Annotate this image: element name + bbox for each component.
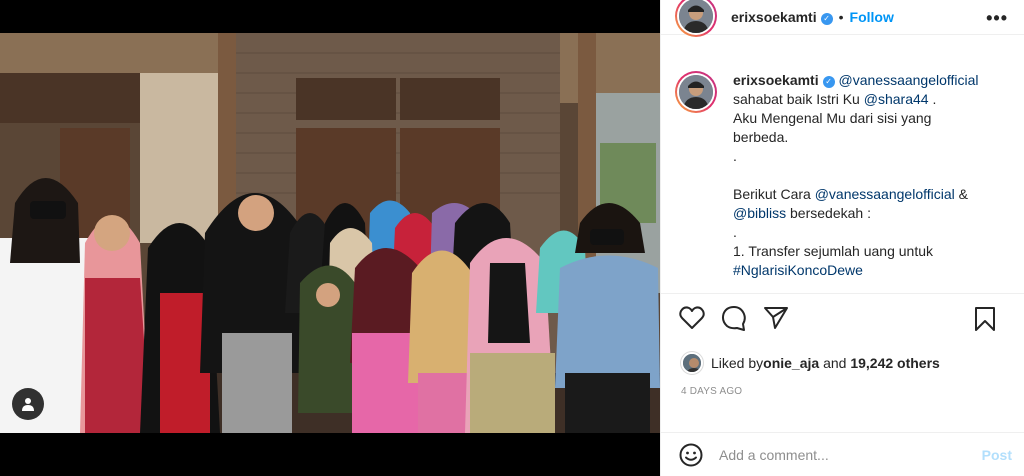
caption-username[interactable]: erixsoekamti xyxy=(733,72,819,88)
caption-line: @bibliss bersedekah : xyxy=(733,204,979,223)
likes-summary: Liked by onie_aja and 19,242 others xyxy=(661,342,1024,374)
caption-line: . xyxy=(733,148,737,164)
likes-count[interactable]: 19,242 others xyxy=(850,355,940,371)
caption-line: Berikut Cara @vanessaangelofficial & xyxy=(733,185,979,204)
follow-button[interactable]: Follow xyxy=(850,9,894,25)
hashtag-link[interactable]: #NglarisiKoncoDewe xyxy=(733,262,863,278)
emoji-icon[interactable] xyxy=(679,443,703,467)
tagged-users-button[interactable] xyxy=(12,388,44,420)
verified-badge-icon: ✓ xyxy=(822,76,835,88)
post-side-panel: erixsoekamti ✓ • Follow ••• erixsoekamti… xyxy=(660,0,1024,476)
mention-link[interactable]: @vanessaangelofficial xyxy=(839,72,979,88)
caption-text: erixsoekamti ✓ @vanessaangelofficial saha… xyxy=(733,71,979,293)
caption-line: 1. Transfer sejumlah uang untuk xyxy=(733,243,934,259)
header-username[interactable]: erixsoekamti ✓ xyxy=(731,9,833,25)
likes-middle: and xyxy=(819,355,851,371)
post-header: erixsoekamti ✓ • Follow ••• xyxy=(661,0,1024,37)
caption-text-span: . xyxy=(928,91,937,107)
share-icon[interactable] xyxy=(763,306,789,330)
separator-dot: • xyxy=(838,9,844,25)
likes-prefix: Liked by xyxy=(711,355,764,371)
post-timestamp[interactable]: 4 DAYS AGO xyxy=(661,374,1024,397)
comment-icon[interactable] xyxy=(721,305,747,331)
caption-line: . xyxy=(733,224,737,240)
mention-link[interactable]: @vanessaangelofficial xyxy=(815,186,955,202)
caption-line: erixsoekamti ✓ @vanessaangelofficial xyxy=(733,71,979,90)
post-media xyxy=(0,0,660,476)
mention-link[interactable]: @shara44 xyxy=(864,91,929,107)
caption-section: erixsoekamti ✓ @vanessaangelofficial saha… xyxy=(661,35,1024,294)
liker-avatar[interactable] xyxy=(681,352,703,374)
post-comment-button[interactable]: Post xyxy=(982,447,1012,463)
caption-line xyxy=(733,166,979,185)
caption-line: #NglarisiKoncoDewe xyxy=(733,261,979,280)
caption-text-span: sahabat baik Istri Ku xyxy=(733,91,864,107)
caption-line: berbeda. xyxy=(733,129,789,145)
verified-badge-icon: ✓ xyxy=(820,13,833,25)
caption-text-span: & xyxy=(954,186,968,202)
person-icon xyxy=(22,398,34,411)
comment-input[interactable] xyxy=(719,446,969,463)
caption-text-span: Berikut Cara xyxy=(733,186,815,202)
caption-line: sahabat baik Istri Ku @shara44 . xyxy=(733,90,979,109)
avatar-photo xyxy=(679,0,713,33)
avatar-photo xyxy=(679,75,713,109)
avatar-photo xyxy=(683,354,701,372)
liker-username[interactable]: onie_aja xyxy=(763,355,819,371)
username-text[interactable]: erixsoekamti xyxy=(731,9,817,25)
comment-box: Post xyxy=(661,432,1024,476)
instagram-post: erixsoekamti ✓ • Follow ••• erixsoekamti… xyxy=(0,0,1024,476)
caption-line: Aku Mengenal Mu dari sisi yang xyxy=(733,110,932,126)
mention-link[interactable]: @bibliss xyxy=(733,205,786,221)
post-photo[interactable] xyxy=(0,33,660,433)
caption-text-span: bersedekah : xyxy=(786,205,871,221)
post-actions xyxy=(661,294,1024,342)
more-options-icon[interactable]: ••• xyxy=(986,8,1008,29)
profile-avatar[interactable] xyxy=(675,0,717,37)
heart-icon[interactable] xyxy=(679,306,705,330)
bookmark-icon[interactable] xyxy=(974,306,996,332)
caption-avatar[interactable] xyxy=(675,71,717,113)
